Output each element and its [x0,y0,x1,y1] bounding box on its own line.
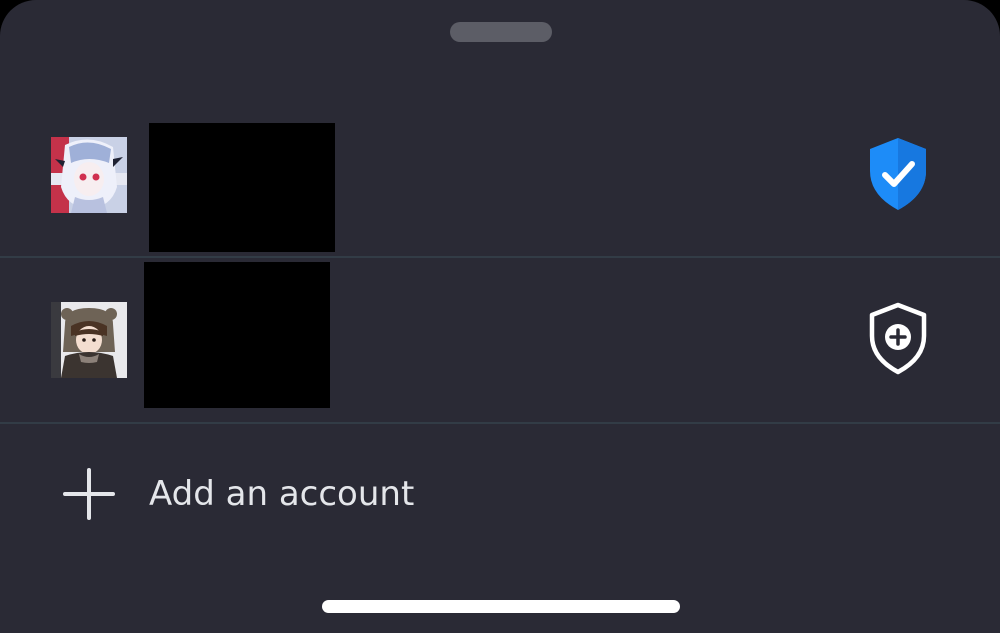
add-account-label: Add an account [149,474,415,514]
home-indicator[interactable] [322,600,680,613]
sheet-grabber-handle[interactable] [450,22,552,42]
row-divider [0,422,1000,424]
shield-plus-icon[interactable] [864,300,932,378]
account-row[interactable] [0,117,1000,257]
account-name-redacted [144,262,330,408]
avatar [51,302,127,378]
add-account-button[interactable]: Add an account [0,440,1000,550]
account-name-redacted [149,123,335,252]
plus-icon [63,468,115,520]
shield-check-icon[interactable] [864,135,932,213]
account-switcher-sheet: Add an account [0,0,1000,633]
account-row[interactable] [0,258,1000,423]
avatar [51,137,127,213]
